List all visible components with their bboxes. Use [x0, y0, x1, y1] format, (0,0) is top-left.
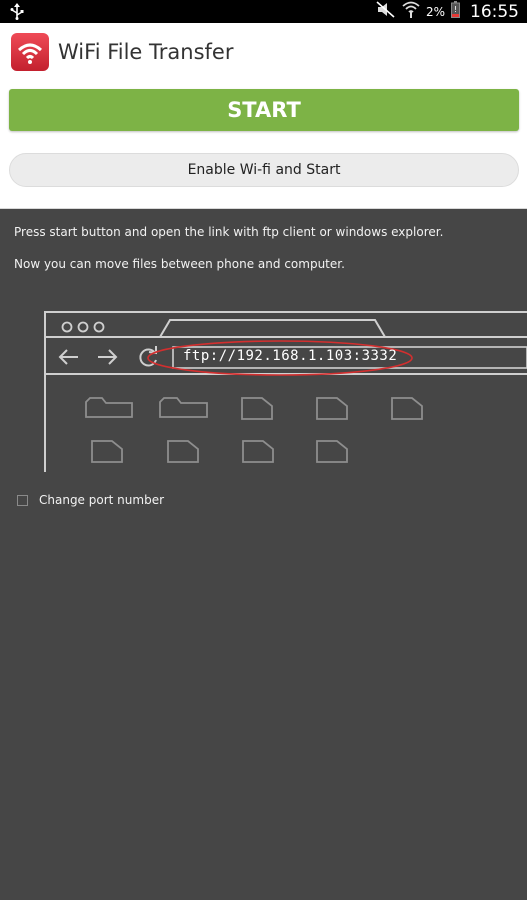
file-icon — [242, 440, 274, 463]
wifi-signal-icon — [402, 1, 420, 23]
forward-arrow-icon — [98, 349, 118, 365]
ftp-url: ftp://192.168.1.103:3332 — [183, 348, 398, 364]
battery-icon: ! — [451, 0, 460, 23]
file-icon — [391, 397, 423, 420]
instruction-line-1: Press start button and open the link wit… — [14, 225, 444, 239]
back-arrow-icon — [58, 349, 78, 365]
folder-icon — [85, 397, 133, 418]
window-dots-icon — [61, 321, 105, 333]
instruction-line-2: Now you can move files between phone and… — [14, 257, 345, 271]
browser-frame — [44, 311, 527, 472]
file-icon — [316, 440, 348, 463]
usb-icon — [10, 3, 24, 25]
file-icon — [91, 440, 123, 463]
change-port-checkbox[interactable] — [17, 495, 28, 506]
file-icon — [167, 440, 199, 463]
clock: 16:55 — [470, 1, 519, 22]
battery-percent: 2% — [425, 4, 445, 19]
folder-icon — [159, 397, 208, 418]
enable-wifi-start-button[interactable]: Enable Wi-fi and Start — [9, 153, 519, 187]
wifi-app-icon — [11, 33, 49, 71]
file-icon — [316, 397, 348, 420]
app-header: WiFi File Transfer START Enable Wi-fi an… — [0, 23, 527, 209]
status-bar: 2% ! 16:55 — [0, 0, 527, 23]
svg-text:!: ! — [454, 5, 457, 14]
app-title: WiFi File Transfer — [58, 40, 234, 64]
browser-illustration — [40, 307, 527, 477]
file-icon — [241, 397, 273, 420]
start-button[interactable]: START — [9, 89, 519, 131]
change-port-label[interactable]: Change port number — [39, 493, 164, 507]
mute-icon — [376, 0, 396, 23]
